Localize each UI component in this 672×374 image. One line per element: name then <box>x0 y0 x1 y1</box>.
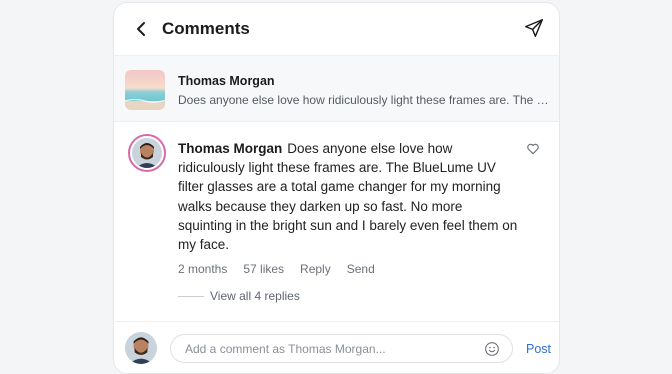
comment-meta: 2 months 57 likes Reply Send <box>178 262 391 276</box>
reply-button[interactable]: Reply <box>300 262 331 276</box>
like-button[interactable] <box>526 142 540 156</box>
view-replies-button[interactable]: View all 4 replies <box>178 289 300 303</box>
replies-divider <box>178 295 204 297</box>
comment-time: 2 months <box>178 262 228 276</box>
chevron-left-icon <box>137 22 145 36</box>
send-button[interactable]: Send <box>347 262 375 276</box>
user-avatar <box>125 332 157 364</box>
comment-avatar[interactable] <box>128 134 166 172</box>
comment-author[interactable]: Thomas Morgan <box>178 141 282 156</box>
comment-input[interactable] <box>185 335 475 362</box>
emoji-button[interactable] <box>484 341 500 357</box>
view-replies-label: View all 4 replies <box>210 289 300 303</box>
comment-composer: Post <box>114 321 559 373</box>
share-button[interactable] <box>523 17 545 39</box>
avatar-image <box>132 138 162 168</box>
post-preview[interactable]: Thomas Morgan Does anyone else love how … <box>114 55 559 122</box>
user-avatar-image <box>125 332 157 364</box>
post-thumbnail <box>125 70 165 110</box>
comment-text: Does anyone else love how ridiculously l… <box>178 141 518 253</box>
preview-text: Does anyone else love how ridiculously l… <box>178 93 550 107</box>
page-title: Comments <box>162 19 250 38</box>
post-button[interactable]: Post <box>526 342 551 356</box>
likes-count[interactable]: 57 likes <box>243 262 284 276</box>
heart-icon <box>527 143 539 155</box>
comment-body: Thomas Morgan Does anyone else love how r… <box>178 139 518 254</box>
send-icon <box>525 19 543 37</box>
back-button[interactable] <box>130 18 152 40</box>
comment-input-wrapper <box>170 334 513 363</box>
smiley-icon <box>485 342 499 356</box>
preview-author: Thomas Morgan <box>178 74 275 88</box>
header: Comments <box>114 3 559 55</box>
comments-panel: Comments Thomas Morgan Does anyone else … <box>113 2 560 374</box>
